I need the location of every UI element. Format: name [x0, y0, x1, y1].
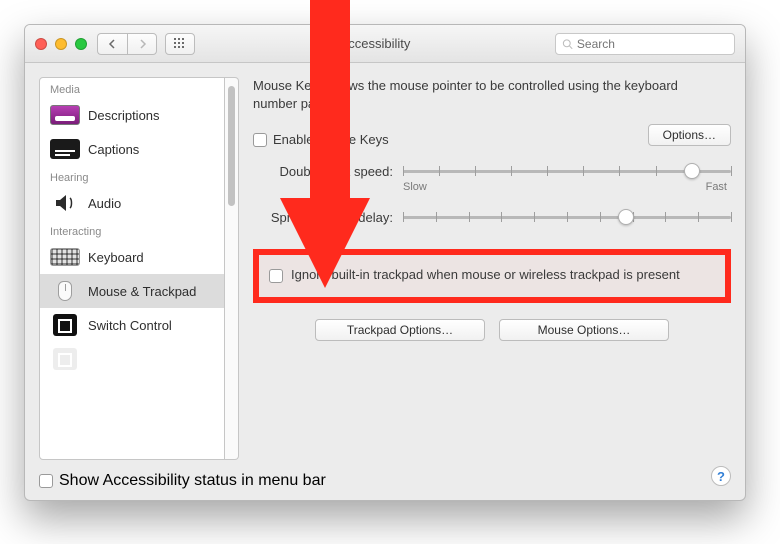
show-status-checkbox[interactable]: [39, 474, 53, 488]
window-controls: [35, 38, 87, 50]
sidebar-item-label: Keyboard: [88, 250, 144, 265]
ignore-trackpad-label: Ignore built-in trackpad when mouse or w…: [291, 267, 680, 282]
mouse-icon: [50, 280, 80, 302]
show-status-label: Show Accessibility status in menu bar: [59, 472, 326, 490]
switch-control-icon: [50, 314, 80, 336]
scrollbar-thumb[interactable]: [228, 86, 235, 206]
chevron-right-icon: [137, 39, 147, 49]
content: Media Descriptions Captions Hearing: [25, 63, 745, 460]
spring-loading-slider[interactable]: [403, 207, 731, 227]
trackpad-options-button[interactable]: Trackpad Options…: [315, 319, 485, 341]
enable-mouse-keys-label: Enable Mouse Keys: [273, 132, 389, 147]
sidebar-item-mouse-trackpad[interactable]: Mouse & Trackpad: [40, 274, 224, 308]
enable-mouse-keys-checkbox[interactable]: [253, 133, 267, 147]
mouse-keys-description: Mouse Keys allows the mouse pointer to b…: [253, 77, 731, 112]
section-media: Media: [40, 78, 224, 98]
grid-icon: [174, 38, 186, 50]
sidebar-item-descriptions[interactable]: Descriptions: [40, 98, 224, 132]
slow-label: Slow: [403, 181, 427, 193]
sidebar-scrollbar[interactable]: [225, 77, 239, 460]
sidebar-item-audio[interactable]: Audio: [40, 186, 224, 220]
search-icon: [562, 38, 573, 50]
keyboard-icon: [50, 246, 80, 268]
sidebar-item-switch-control[interactable]: Switch Control: [40, 308, 224, 342]
sidebar-item-label: Mouse & Trackpad: [88, 284, 196, 299]
category-list-body[interactable]: Media Descriptions Captions Hearing: [39, 77, 225, 460]
generic-icon: [50, 348, 80, 370]
captions-icon: [50, 138, 80, 160]
sidebar-item-label: Audio: [88, 196, 121, 211]
sidebar-item-label: Captions: [88, 142, 139, 157]
category-list: Media Descriptions Captions Hearing: [39, 77, 239, 460]
mouse-options-button[interactable]: Mouse Options…: [499, 319, 669, 341]
spring-loading-label: Spring-loading delay:: [253, 210, 393, 225]
forward-button[interactable]: [127, 33, 157, 55]
sidebar-item-captions[interactable]: Captions: [40, 132, 224, 166]
search-input[interactable]: [577, 37, 728, 51]
help-button[interactable]: ?: [711, 466, 731, 486]
section-interacting: Interacting: [40, 220, 224, 240]
section-hearing: Hearing: [40, 166, 224, 186]
show-all-button[interactable]: [165, 33, 195, 55]
sidebar-item-label: Switch Control: [88, 318, 172, 333]
search-field[interactable]: [555, 33, 735, 55]
ignore-trackpad-checkbox[interactable]: [269, 269, 283, 283]
back-button[interactable]: [97, 33, 127, 55]
mouse-keys-options-button[interactable]: Options…: [648, 124, 731, 146]
minimize-window-button[interactable]: [55, 38, 67, 50]
titlebar: Accessibility: [25, 25, 745, 63]
settings-pane: Mouse Keys allows the mouse pointer to b…: [253, 77, 731, 460]
fast-label: Fast: [706, 181, 727, 193]
sidebar-item-cut[interactable]: [40, 342, 224, 376]
sidebar-item-keyboard[interactable]: Keyboard: [40, 240, 224, 274]
window-title: Accessibility: [195, 36, 555, 51]
zoom-window-button[interactable]: [75, 38, 87, 50]
sidebar-item-label: Descriptions: [88, 108, 160, 123]
descriptions-icon: [50, 104, 80, 126]
nav-buttons: [97, 33, 157, 55]
accessibility-window: Accessibility Media Descriptions Ca: [24, 24, 746, 501]
chevron-left-icon: [108, 39, 118, 49]
double-click-slider[interactable]: [403, 161, 731, 181]
close-window-button[interactable]: [35, 38, 47, 50]
footer: Show Accessibility status in menu bar ?: [39, 462, 731, 490]
double-click-label: Double-click speed:: [253, 164, 393, 179]
annotation-highlight: Ignore built-in trackpad when mouse or w…: [253, 249, 731, 303]
audio-icon: [50, 192, 80, 214]
